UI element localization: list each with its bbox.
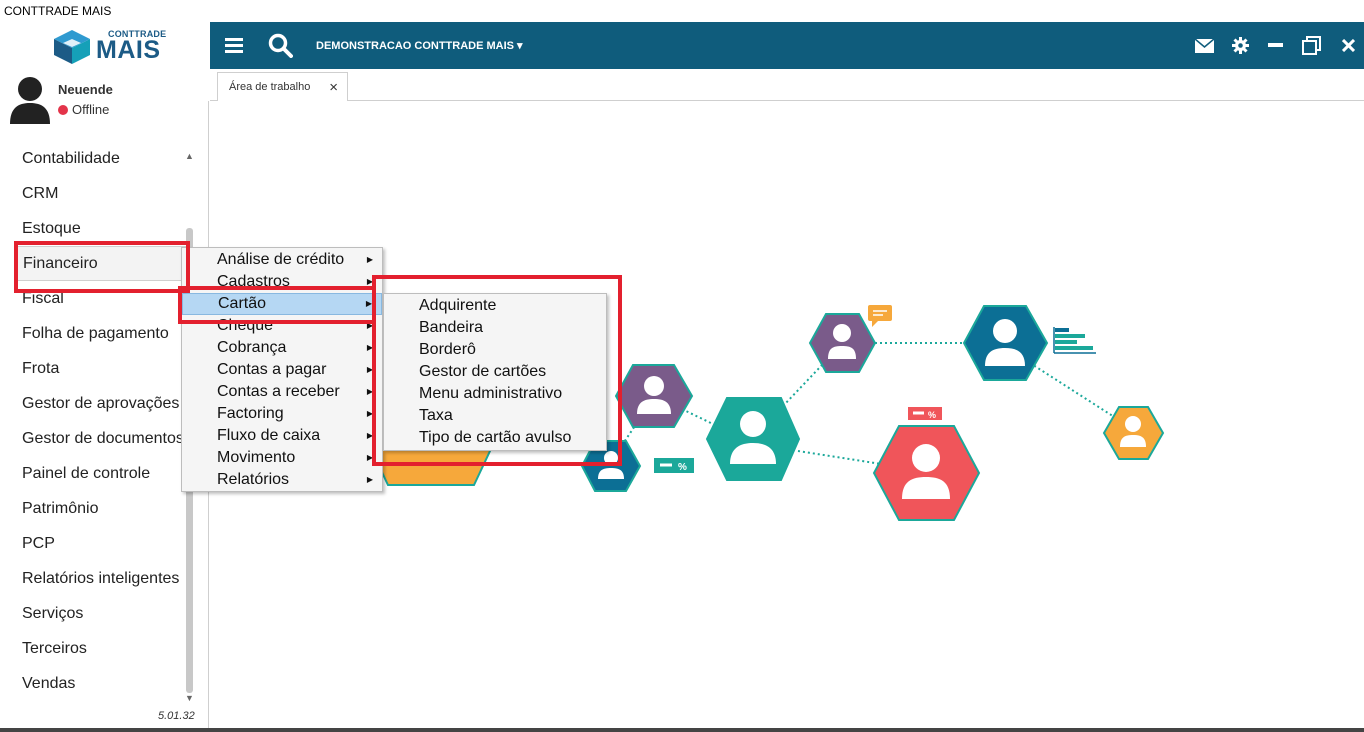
sidebar-item-crm[interactable]: CRM (14, 176, 186, 211)
window-title: CONTTRADE MAIS (0, 0, 1364, 22)
sidebar-item-gestor-de-documentos[interactable]: Gestor de documentos (14, 421, 186, 456)
sidebar-item-vendas[interactable]: Vendas (14, 666, 186, 701)
menu-item-factoring[interactable]: Factoring ▶ (182, 403, 382, 425)
menu-item-label: Análise de crédito (217, 251, 345, 268)
minimize-icon[interactable] (1268, 43, 1283, 47)
sidebar: CONTTRADE MAIS Neuende Offline Contabili… (0, 22, 208, 728)
sidebar-item-servicos[interactable]: Serviços (14, 596, 186, 631)
top-bar: DEMONSTRACAO CONTTRADE MAIS ▾ (210, 22, 1364, 69)
version-label: 5.01.32 (158, 710, 195, 722)
annotation-box-cartao (178, 286, 376, 324)
company-name: DEMONSTRACAO CONTTRADE MAIS (316, 40, 514, 52)
sidebar-nav: Contabilidade CRM Estoque Financeiro Fis… (14, 141, 186, 701)
chat-bubble-icon (868, 305, 892, 327)
submenu-arrow-icon: ▶ (366, 475, 373, 484)
financeiro-menu: Análise de crédito ▶ Cadastros ▶ Cartão ▶ C… (181, 247, 383, 492)
annotation-box-submenu (372, 275, 622, 466)
sidebar-item-folha-de-pagamento[interactable]: Folha de pagamento (14, 316, 186, 351)
logo-cube-icon (54, 30, 90, 64)
sidebar-item-contabilidade[interactable]: Contabilidade (14, 141, 186, 176)
hex-purple-top (808, 313, 877, 373)
logo: CONTTRADE MAIS (52, 28, 172, 64)
sidebar-item-pcp[interactable]: PCP (14, 526, 186, 561)
badge-discount-1: % (654, 458, 694, 473)
submenu-arrow-icon: ▶ (366, 255, 373, 264)
hex-blue-right (962, 305, 1049, 381)
caret-down-icon: ▾ (514, 40, 523, 52)
menu-item-label: Movimento (217, 449, 296, 466)
hex-teal-center (705, 397, 801, 481)
hex-red (872, 425, 981, 521)
status-dot-icon (58, 105, 68, 115)
tab-label: Área de trabalho (229, 81, 311, 93)
menu-item-contas-a-receber[interactable]: Contas a receber ▶ (182, 381, 382, 403)
sidebar-item-painel-de-controle[interactable]: Painel de controle (14, 456, 186, 491)
scroll-down-arrow-icon[interactable]: ▼ (185, 693, 194, 703)
menu-item-relatorios[interactable]: Relatórios ▶ (182, 469, 382, 491)
mail-icon[interactable] (1195, 39, 1214, 53)
menu-item-label: Fluxo de caixa (217, 427, 321, 444)
hex-purple (614, 364, 694, 428)
menu-item-label: Factoring (217, 405, 284, 422)
search-icon[interactable] (268, 33, 293, 58)
user-name: Neuende (58, 82, 113, 97)
annotation-box-financeiro (14, 241, 190, 293)
menu-item-label: Relatórios (217, 471, 290, 488)
menu-item-analise-de-credito[interactable]: Análise de crédito ▶ (182, 249, 382, 271)
tab-area-de-trabalho[interactable]: Área de trabalho × (217, 72, 348, 102)
menu-item-fluxo-de-caixa[interactable]: Fluxo de caixa ▶ (182, 425, 382, 447)
tab-bar: Área de trabalho × (210, 69, 1364, 102)
menu-item-contas-a-pagar[interactable]: Contas a pagar ▶ (182, 359, 382, 381)
svg-text:%: % (928, 410, 936, 420)
restore-window-icon[interactable] (1302, 36, 1321, 55)
user-avatar-icon[interactable] (8, 74, 52, 124)
bottom-border (0, 728, 1364, 732)
menu-item-label: Cobrança (217, 339, 287, 356)
gear-icon[interactable] (1232, 37, 1249, 54)
sidebar-item-relatorios-inteligentes[interactable]: Relatórios inteligentes (14, 561, 186, 596)
hamburger-menu-icon[interactable] (225, 38, 243, 53)
sidebar-item-frota[interactable]: Frota (14, 351, 186, 386)
hex-orange-right (1102, 406, 1165, 460)
scroll-up-arrow-icon[interactable]: ▲ (185, 151, 194, 161)
tab-close-icon[interactable]: × (329, 79, 338, 96)
badge-discount-2: % (908, 407, 942, 420)
logo-big-text: MAIS (96, 36, 161, 64)
svg-text:%: % (678, 462, 687, 473)
close-window-icon[interactable] (1342, 39, 1355, 52)
sidebar-item-gestor-de-aprovacoes[interactable]: Gestor de aprovações (14, 386, 186, 421)
menu-item-label: Contas a receber (217, 383, 340, 400)
user-status: Offline (58, 102, 109, 117)
user-status-label: Offline (72, 102, 110, 117)
company-selector[interactable]: DEMONSTRACAO CONTTRADE MAIS ▾ (316, 39, 523, 52)
sidebar-item-terceiros[interactable]: Terceiros (14, 631, 186, 666)
bar-chart-badge (1053, 327, 1096, 354)
sidebar-item-patrimonio[interactable]: Patrimônio (14, 491, 186, 526)
menu-item-label: Contas a pagar (217, 361, 327, 378)
menu-item-cobranca[interactable]: Cobrança ▶ (182, 337, 382, 359)
menu-item-movimento[interactable]: Movimento ▶ (182, 447, 382, 469)
